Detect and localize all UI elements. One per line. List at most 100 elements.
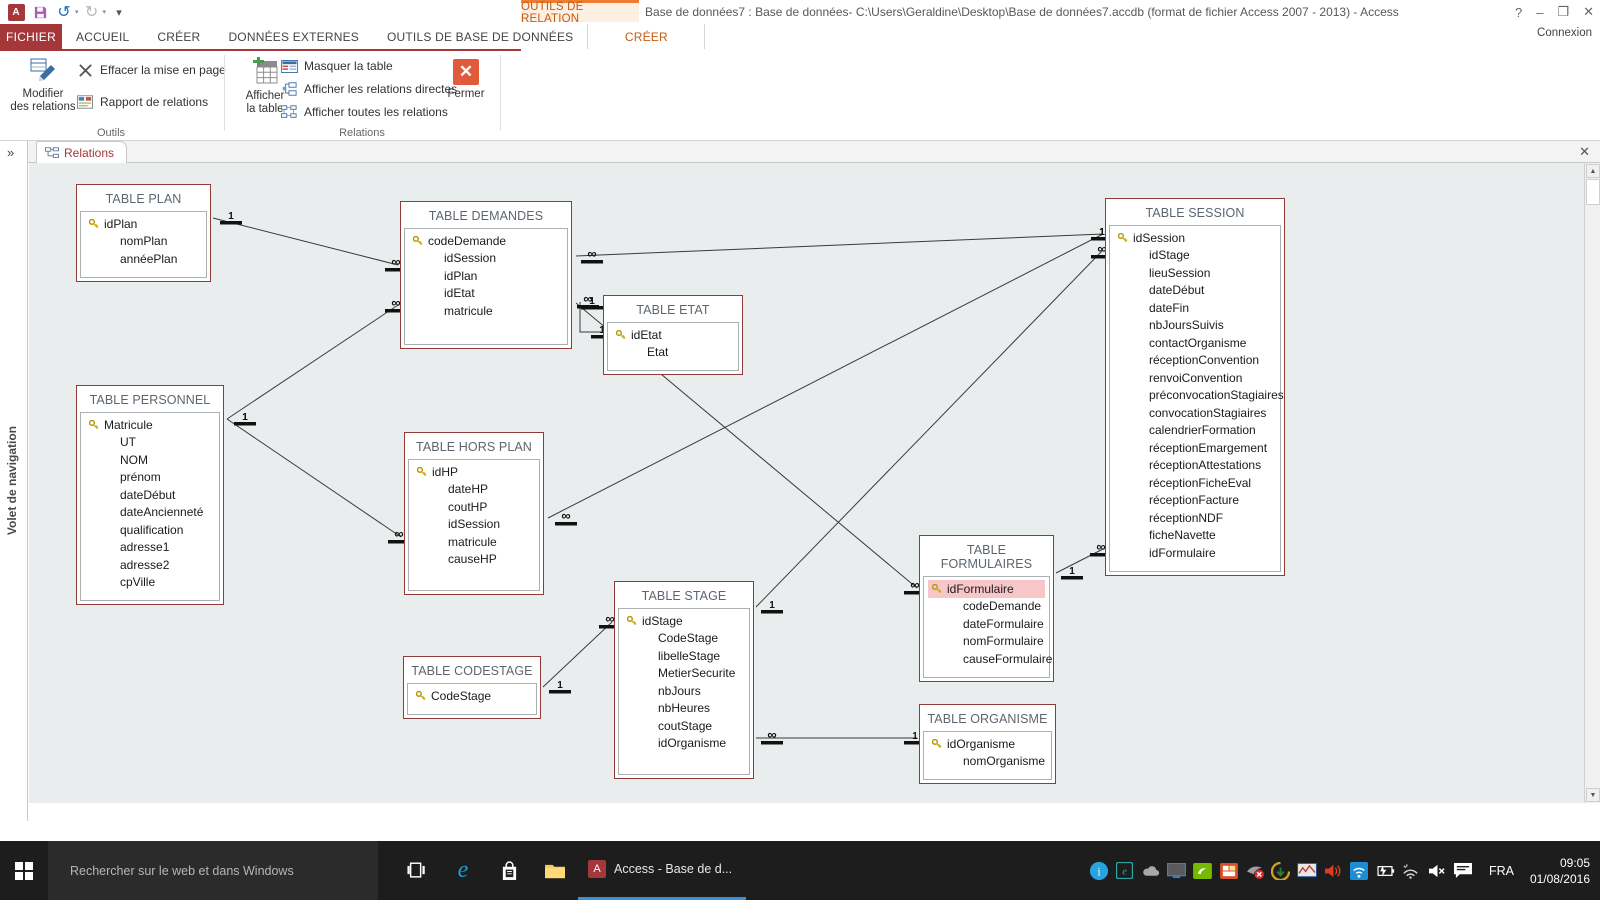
relationships-canvas[interactable]: 1 ∞ 1 ∞ 1 ∞ 1 ∞ 1 ∞ 1 ∞ 1 ∞ 1 ∞ 1 ∞ 1 ∞ 1 ∞ TABLE PLAN idPlan n…	[29, 163, 1584, 803]
network-monitor-icon[interactable]	[1297, 861, 1317, 881]
download-icon[interactable]	[1271, 861, 1291, 881]
table-field[interactable]: idStage	[1114, 247, 1276, 265]
table-field[interactable]: nomPlan	[85, 233, 202, 251]
edge-tray-icon[interactable]: e	[1115, 861, 1135, 881]
restore-button[interactable]: ❐	[1557, 4, 1569, 20]
table-field[interactable]: idOrganisme	[623, 735, 745, 753]
scroll-down-icon[interactable]: ▼	[1586, 788, 1600, 802]
task-view-icon[interactable]	[394, 841, 440, 900]
table-field[interactable]: nbJours	[623, 682, 745, 700]
table-field[interactable]: coutHP	[413, 498, 535, 516]
relationship-table-etat[interactable]: TABLE ETAT idEtat Etat	[603, 295, 743, 375]
undo-icon[interactable]: ↺	[53, 1, 75, 23]
relationship-table-personnel[interactable]: TABLE PERSONNEL Matricule UT NOM prénom dateD…	[76, 385, 224, 605]
nvidia-icon[interactable]	[1193, 861, 1213, 881]
document-tab-relations[interactable]: Relations	[36, 141, 128, 163]
table-field[interactable]: NOM	[85, 451, 215, 469]
relationship-table-plan[interactable]: TABLE PLAN idPlan nomPlan annéePlan	[76, 184, 211, 282]
relationship-table-organisme[interactable]: TABLE ORGANISME idOrganisme nomOrganisme	[919, 704, 1056, 784]
table-field[interactable]: prénom	[85, 469, 215, 487]
table-field[interactable]: idHP	[413, 463, 535, 481]
modifier-des-relations-button[interactable]: Modifier des relations	[6, 55, 80, 114]
table-field[interactable]: causeHP	[413, 551, 535, 569]
table-field[interactable]: idStage	[623, 612, 745, 630]
table-field[interactable]: idPlan	[409, 267, 563, 285]
save-icon[interactable]	[29, 1, 51, 23]
table-field[interactable]: lieuSession	[1114, 264, 1276, 282]
file-explorer-icon[interactable]	[532, 841, 578, 900]
navigation-pane[interactable]: » Volet de navigation	[0, 141, 28, 821]
taskbar-app-access[interactable]: A Access - Base de d...	[578, 841, 747, 900]
table-field[interactable]: libelleStage	[623, 647, 745, 665]
app-tray-icon[interactable]	[1219, 861, 1239, 881]
table-field[interactable]: dateDébut	[85, 486, 215, 504]
table-field[interactable]: CodeStage	[623, 630, 745, 648]
taskbar-clock[interactable]: 09:05 01/08/2016	[1530, 855, 1590, 887]
relationship-table-codestage[interactable]: TABLE CODESTAGE CodeStage	[403, 656, 541, 719]
table-field[interactable]: ficheNavette	[1114, 527, 1276, 545]
table-field[interactable]: dateHP	[413, 481, 535, 499]
relationship-line[interactable]	[575, 233, 1104, 257]
table-field[interactable]: matricule	[409, 302, 563, 320]
chevron-double-right-icon[interactable]: »	[7, 145, 14, 160]
info-icon[interactable]: i	[1089, 861, 1109, 881]
table-field[interactable]: idFormulaire	[1114, 544, 1276, 562]
table-field[interactable]: MetierSecurite	[623, 665, 745, 683]
tab-creer[interactable]: CRÉER	[143, 24, 214, 49]
redo-icon[interactable]: ↻	[81, 1, 103, 23]
table-field[interactable]: idSession	[413, 516, 535, 534]
afficher-toutes-les-relations-button[interactable]: Afficher toutes les relations	[280, 103, 448, 121]
relationship-line[interactable]	[547, 233, 1104, 519]
table-field[interactable]: nomOrganisme	[928, 753, 1047, 771]
display-icon[interactable]	[1167, 861, 1187, 881]
table-field[interactable]: réceptionFicheEval	[1114, 474, 1276, 492]
table-field[interactable]: réceptionEmargement	[1114, 439, 1276, 457]
masquer-la-table-button[interactable]: Masquer la table	[280, 57, 393, 75]
store-icon[interactable]	[486, 841, 532, 900]
table-field[interactable]: calendrierFormation	[1114, 422, 1276, 440]
table-field[interactable]: dateFormulaire	[928, 615, 1045, 633]
relationship-table-formulaires[interactable]: TABLE FORMULAIRES idFormulaire codeDemande…	[919, 535, 1054, 682]
table-field[interactable]: matricule	[413, 533, 535, 551]
table-field[interactable]: préconvocationStagiaires	[1114, 387, 1284, 405]
table-field[interactable]: réceptionFacture	[1114, 492, 1276, 510]
volume-red-icon[interactable]	[1323, 861, 1343, 881]
table-field[interactable]: annéePlan	[85, 250, 202, 268]
table-field[interactable]: idPlan	[85, 215, 202, 233]
connexion-label[interactable]: Connexion	[1537, 27, 1592, 39]
relationship-line[interactable]	[226, 304, 399, 420]
mute-icon[interactable]	[1427, 861, 1447, 881]
table-field[interactable]: CodeStage	[412, 687, 532, 705]
minimize-button[interactable]: –	[1536, 5, 1543, 20]
help-button[interactable]: ?	[1515, 5, 1522, 20]
relationship-line[interactable]	[212, 217, 399, 266]
relationship-table-demandes[interactable]: TABLE DEMANDES codeDemande idSession idPlan…	[400, 201, 572, 349]
edge-icon[interactable]: e	[440, 841, 486, 900]
table-field[interactable]: dateFin	[1114, 299, 1276, 317]
table-field[interactable]: nomFormulaire	[928, 633, 1045, 651]
table-field[interactable]: nbHeures	[623, 700, 745, 718]
table-field[interactable]: idEtat	[409, 285, 563, 303]
wireless-icon[interactable]	[1401, 861, 1421, 881]
relationship-table-horsplan[interactable]: TABLE HORS PLAN idHP dateHP coutHP idSession…	[404, 432, 544, 595]
table-field[interactable]: contactOrganisme	[1114, 334, 1276, 352]
table-field[interactable]: nbJoursSuivis	[1114, 317, 1276, 335]
rapport-de-relations-button[interactable]: Rapport de relations	[76, 93, 208, 111]
action-center-icon[interactable]	[1453, 861, 1473, 881]
table-field[interactable]: convocationStagiaires	[1114, 404, 1276, 422]
table-field[interactable]: idFormulaire	[928, 580, 1045, 598]
table-field[interactable]: réceptionNDF	[1114, 509, 1276, 527]
close-document-tab-button[interactable]: ✕	[1579, 144, 1590, 160]
tab-accueil[interactable]: ACCUEIL	[62, 24, 143, 49]
table-field[interactable]: idSession	[1114, 229, 1276, 247]
table-field[interactable]: réceptionConvention	[1114, 352, 1276, 370]
table-field[interactable]: qualification	[85, 521, 215, 539]
afficher-relations-directes-button[interactable]: Afficher les relations directes	[280, 80, 457, 98]
table-field[interactable]: dateAncienneté	[85, 504, 215, 522]
language-indicator[interactable]: FRA	[1489, 864, 1514, 878]
table-field[interactable]: adresse2	[85, 556, 215, 574]
table-field[interactable]: UT	[85, 434, 215, 452]
table-field[interactable]: codeDemande	[409, 232, 563, 250]
scroll-up-icon[interactable]: ▲	[1586, 164, 1600, 178]
vertical-scroll-thumb[interactable]	[1586, 179, 1600, 205]
